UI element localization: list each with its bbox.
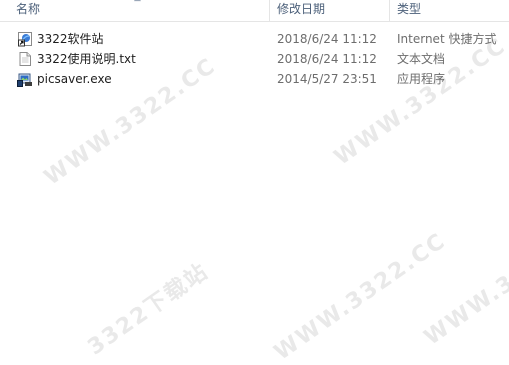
watermark: WWW.3322.CC (270, 228, 451, 365)
file-name: 3322软件站 (37, 32, 104, 46)
file-type: 应用程序 (397, 72, 446, 86)
file-date: 2018/6/24 11:12 (277, 52, 377, 66)
app-icon (17, 71, 33, 87)
watermark: WWW.3322.CC (420, 213, 509, 351)
column-header-date[interactable]: 修改日期 (271, 0, 390, 21)
column-header-bar: ▲ 名称 修改日期 类型 (0, 0, 509, 22)
column-header-name[interactable]: 名称 (0, 0, 270, 21)
file-name: picsaver.exe (37, 72, 112, 86)
file-date: 2014/5/27 23:51 (277, 72, 377, 86)
file-row[interactable]: picsaver.exe 2014/5/27 23:51 应用程序 (0, 69, 509, 89)
column-header-type[interactable]: 类型 (391, 0, 509, 21)
file-type: Internet 快捷方式 (397, 32, 497, 46)
watermark: 3322下载站 (83, 258, 214, 361)
shortcut-icon (17, 31, 33, 47)
text-file-icon (17, 51, 33, 67)
file-name: 3322使用说明.txt (37, 52, 136, 66)
file-date: 2018/6/24 11:12 (277, 32, 377, 46)
file-type: 文本文档 (397, 52, 446, 66)
file-row[interactable]: 3322软件站 2018/6/24 11:12 Internet 快捷方式 (0, 29, 509, 49)
file-row[interactable]: 3322使用说明.txt 2018/6/24 11:12 文本文档 (0, 49, 509, 69)
